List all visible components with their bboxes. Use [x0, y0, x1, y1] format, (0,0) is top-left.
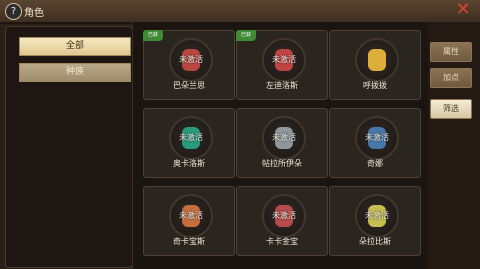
character-card[interactable]: 未激活 奇卡宝斯: [143, 186, 235, 256]
inactive-label: 未激活: [365, 211, 389, 220]
character-card[interactable]: 呼拨拨: [329, 30, 421, 100]
character-card[interactable]: 未激活 帖拉所伊朵: [236, 108, 328, 178]
card-name: 呼拨拨: [363, 81, 387, 90]
card-name: 朵拉比斯: [359, 237, 391, 246]
portrait: 未激活: [169, 116, 213, 160]
portrait: 未激活: [262, 38, 306, 82]
tab-all[interactable]: 全部: [19, 37, 131, 56]
portrait: 未激活: [355, 194, 399, 238]
inactive-label: 未激活: [179, 133, 203, 142]
inactive-label: 未激活: [365, 133, 389, 142]
character-card[interactable]: 未激活 卡卡金宝: [236, 186, 328, 256]
inactive-label: 未激活: [272, 55, 296, 64]
inactive-label: 未激活: [272, 133, 296, 142]
card-name: 帖拉所伊朵: [262, 159, 302, 168]
question-icon[interactable]: ?: [5, 3, 22, 20]
portrait: 未激活: [169, 194, 213, 238]
right-panel: 属性 加点 筛选: [428, 22, 480, 269]
card-name: 左迪洛斯: [266, 81, 298, 90]
tab-points[interactable]: 加点: [430, 68, 472, 88]
inactive-label: 未激活: [272, 211, 296, 220]
card-name: 奇卡宝斯: [173, 237, 205, 246]
tab-attributes[interactable]: 属性: [430, 42, 472, 62]
card-name: 奇娜: [367, 159, 383, 168]
character-grid: 已获 未激活 巴朵兰思 已获 未激活 左迪洛斯 呼拨拨 未激活 奥卡洛斯 未激活: [132, 22, 429, 269]
character-card[interactable]: 未激活 朵拉比斯: [329, 186, 421, 256]
owned-badge: 已获: [236, 30, 256, 41]
character-card[interactable]: 未激活 奥卡洛斯: [143, 108, 235, 178]
inactive-label: 未激活: [179, 211, 203, 220]
tab-filter[interactable]: 筛选: [430, 99, 472, 119]
inactive-label: 未激活: [179, 55, 203, 64]
card-name: 巴朵兰思: [173, 81, 205, 90]
character-card[interactable]: 已获 未激活 左迪洛斯: [236, 30, 328, 100]
portrait: 未激活: [355, 116, 399, 160]
owned-badge: 已获: [143, 30, 163, 41]
character-card[interactable]: 已获 未激活 巴朵兰思: [143, 30, 235, 100]
tab-race[interactable]: 种族: [19, 63, 131, 82]
page-title: 角色: [24, 8, 44, 19]
sidebar: 全部 种族: [5, 26, 133, 268]
character-card[interactable]: 未激活 奇娜: [329, 108, 421, 178]
card-name: 奥卡洛斯: [173, 159, 205, 168]
portrait: [355, 38, 399, 82]
character-silhouette-icon: [368, 49, 386, 71]
portrait: 未激活: [169, 38, 213, 82]
portrait: 未激活: [262, 194, 306, 238]
card-name: 卡卡金宝: [266, 237, 298, 246]
portrait: 未激活: [262, 116, 306, 160]
top-bar: ? 角色 ✕: [0, 0, 480, 24]
close-icon[interactable]: ✕: [454, 1, 472, 19]
